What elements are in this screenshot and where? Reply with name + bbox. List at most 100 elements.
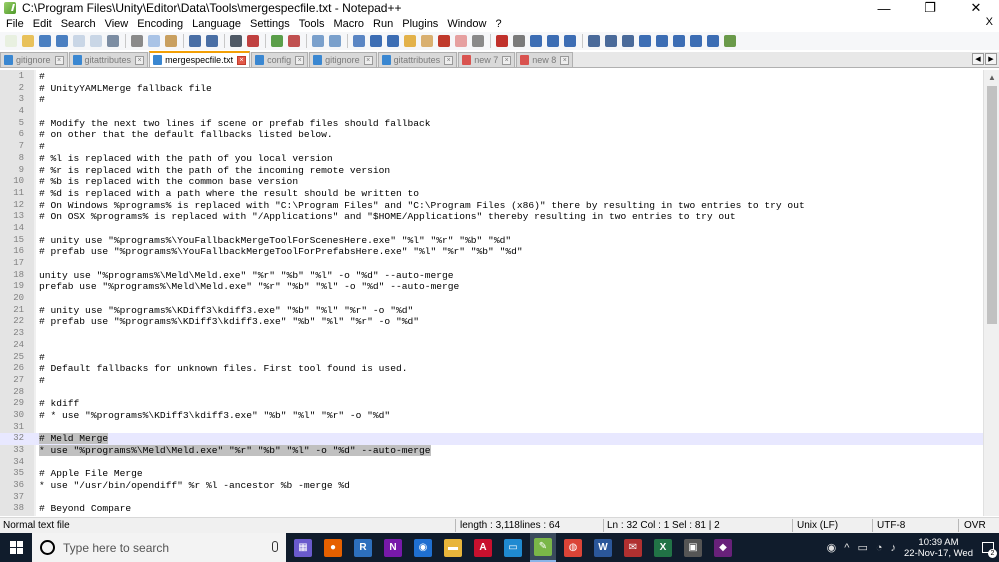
tab-gitattributes[interactable]: gitattributes × (68, 52, 149, 67)
code-line[interactable]: 10 # %b is replaced with the common base … (0, 176, 983, 188)
code-line[interactable]: 38 # Beyond Compare (0, 503, 983, 515)
tab-close-icon[interactable]: × (502, 55, 512, 65)
code-line[interactable]: 1 # (0, 71, 983, 83)
tab-close-icon[interactable]: × (444, 55, 454, 65)
zoom-out-button[interactable] (286, 33, 302, 49)
taskbar-app-visual-studio[interactable]: ◆ (710, 533, 736, 562)
line-text[interactable]: # unity use "%programs%\KDiff3\kdiff3.ex… (39, 305, 413, 317)
code-line[interactable]: 14 (0, 223, 983, 235)
close-all-button[interactable] (88, 33, 104, 49)
replace-button[interactable] (245, 33, 261, 49)
line-text[interactable]: # (39, 71, 45, 83)
code-line[interactable]: 24 (0, 340, 983, 352)
taskbar-app-remote-desktop[interactable]: ▭ (500, 533, 526, 562)
tray-volume-icon[interactable]: ♪ (891, 542, 897, 554)
line-text[interactable]: * use "/usr/bin/opendiff" %r %l -ancesto… (39, 480, 350, 492)
taskbar-app-chrome[interactable]: ◍ (560, 533, 586, 562)
line-text[interactable]: # on other that the default fallbacks li… (39, 129, 333, 141)
line-text[interactable]: # kdiff (39, 398, 79, 410)
menu-window[interactable]: Window (444, 18, 489, 30)
line-text[interactable]: # %r is replaced with the path of the in… (39, 165, 390, 177)
code-line[interactable]: 2 # UnityYAMLMerge fallback file (0, 83, 983, 95)
menu-language[interactable]: Language (189, 18, 244, 30)
tab-close-icon[interactable]: × (54, 55, 64, 65)
taskbar-app-film[interactable]: ▦ (290, 533, 316, 562)
code-line[interactable]: 26 # Default fallbacks for unknown files.… (0, 363, 983, 375)
save-macro-button[interactable] (562, 33, 578, 49)
menu-file[interactable]: File (3, 18, 27, 30)
scroll-thumb[interactable] (987, 86, 997, 324)
code-line[interactable]: 35 # Apple File Merge (0, 468, 983, 480)
code-line[interactable]: 4 (0, 106, 983, 118)
tab-mergespecfile-txt[interactable]: mergespecfile.txt × (149, 51, 251, 67)
taskbar-app-mail[interactable]: ✉ (620, 533, 646, 562)
code-line[interactable]: 15 # unity use "%programs%\YouFallbackMer… (0, 235, 983, 247)
line-text[interactable]: # UnityYAMLMerge fallback file (39, 83, 212, 95)
tab-close-icon[interactable]: × (295, 55, 305, 65)
line-text[interactable]: * use "%programs%\Meld\Meld.exe" "%r" "%… (39, 445, 431, 457)
indent-guide-button[interactable] (385, 33, 401, 49)
line-text[interactable]: # Beyond Compare (39, 503, 131, 515)
tray-battery-icon[interactable]: ▭ (857, 541, 867, 554)
status-eol[interactable]: Unix (LF) (797, 520, 838, 531)
minimize-button[interactable]: — (861, 0, 907, 16)
taskbar-app-folder[interactable]: ▬ (440, 533, 466, 562)
compare-align-button[interactable] (637, 33, 653, 49)
code-line[interactable]: 5 # Modify the next two lines if scene or… (0, 118, 983, 130)
doc-map-button[interactable] (419, 33, 435, 49)
code-line[interactable]: 11 # %d is replaced with a path where the… (0, 188, 983, 200)
taskbar-search-box[interactable]: Type here to search (32, 533, 286, 562)
line-text[interactable]: unity use "%programs%\Meld\Meld.exe" "%r… (39, 270, 454, 282)
line-text[interactable]: # Default fallbacks for unknown files. F… (39, 363, 407, 375)
title-bar[interactable]: C:\Program Files\Unity\Editor\Data\Tools… (0, 0, 999, 16)
code-line[interactable]: 13 # On OSX %programs% is replaced with "… (0, 211, 983, 223)
start-button[interactable] (0, 533, 32, 562)
code-line[interactable]: 7 # (0, 141, 983, 153)
taskbar-app-maps[interactable]: ◉ (410, 533, 436, 562)
close-button[interactable]: ✕ (953, 0, 999, 16)
menu-edit[interactable]: Edit (30, 18, 55, 30)
udl-button[interactable] (402, 33, 418, 49)
zoom-in-button[interactable] (269, 33, 285, 49)
line-text[interactable]: # unity use "%programs%\YouFallbackMerge… (39, 235, 511, 247)
tray-network-icon[interactable]: ◉ (827, 541, 837, 554)
line-text[interactable]: # Meld Merge (39, 433, 109, 445)
close-document-button[interactable]: X (986, 16, 993, 28)
tab-close-icon[interactable]: × (363, 55, 373, 65)
tab-close-icon[interactable]: × (237, 55, 247, 65)
code-line[interactable]: 6 # on other that the default fallbacks l… (0, 129, 983, 141)
tab-close-icon[interactable]: × (135, 55, 145, 65)
code-line[interactable]: 22 # prefab use "%programs%\KDiff3\kdiff3… (0, 316, 983, 328)
line-text[interactable]: # %b is replaced with the common base ve… (39, 176, 298, 188)
show-all-chars-button[interactable] (368, 33, 384, 49)
tab-gitattributes[interactable]: gitattributes × (377, 52, 458, 67)
tab-gitignore[interactable]: gitignore × (0, 52, 68, 67)
record-macro-button[interactable] (494, 33, 510, 49)
line-text[interactable]: # (39, 375, 45, 387)
microphone-icon[interactable] (272, 541, 278, 552)
redo-button[interactable] (204, 33, 220, 49)
compare-prev-button[interactable] (603, 33, 619, 49)
tab-config[interactable]: config × (251, 52, 309, 67)
taskbar-app-notepadpp[interactable]: ✎ (530, 533, 556, 562)
line-text[interactable]: # (39, 94, 45, 106)
menu-settings[interactable]: Settings (247, 18, 293, 30)
restore-button[interactable]: ❐ (907, 0, 953, 16)
tab-new-8[interactable]: new 8 × (516, 52, 574, 67)
line-text[interactable]: # (39, 141, 45, 153)
taskbar-app-acrobat[interactable]: A (470, 533, 496, 562)
code-line[interactable]: 25 # (0, 352, 983, 364)
open-file-button[interactable] (20, 33, 36, 49)
menu-help[interactable]: ? (492, 18, 504, 30)
code-line[interactable]: 37 (0, 492, 983, 504)
menu-plugins[interactable]: Plugins (399, 18, 441, 30)
status-encoding[interactable]: UTF-8 (877, 520, 905, 531)
tray-chevron-icon[interactable]: ^ (844, 542, 849, 554)
taskbar-app-excel[interactable]: X (650, 533, 676, 562)
tab-close-icon[interactable]: × (560, 55, 570, 65)
run-macro-multiple-button[interactable] (545, 33, 561, 49)
save-all-button[interactable] (54, 33, 70, 49)
stop-record-button[interactable] (511, 33, 527, 49)
copy-button[interactable] (146, 33, 162, 49)
code-line[interactable]: 19 prefab use "%programs%\Meld\Meld.exe" … (0, 281, 983, 293)
